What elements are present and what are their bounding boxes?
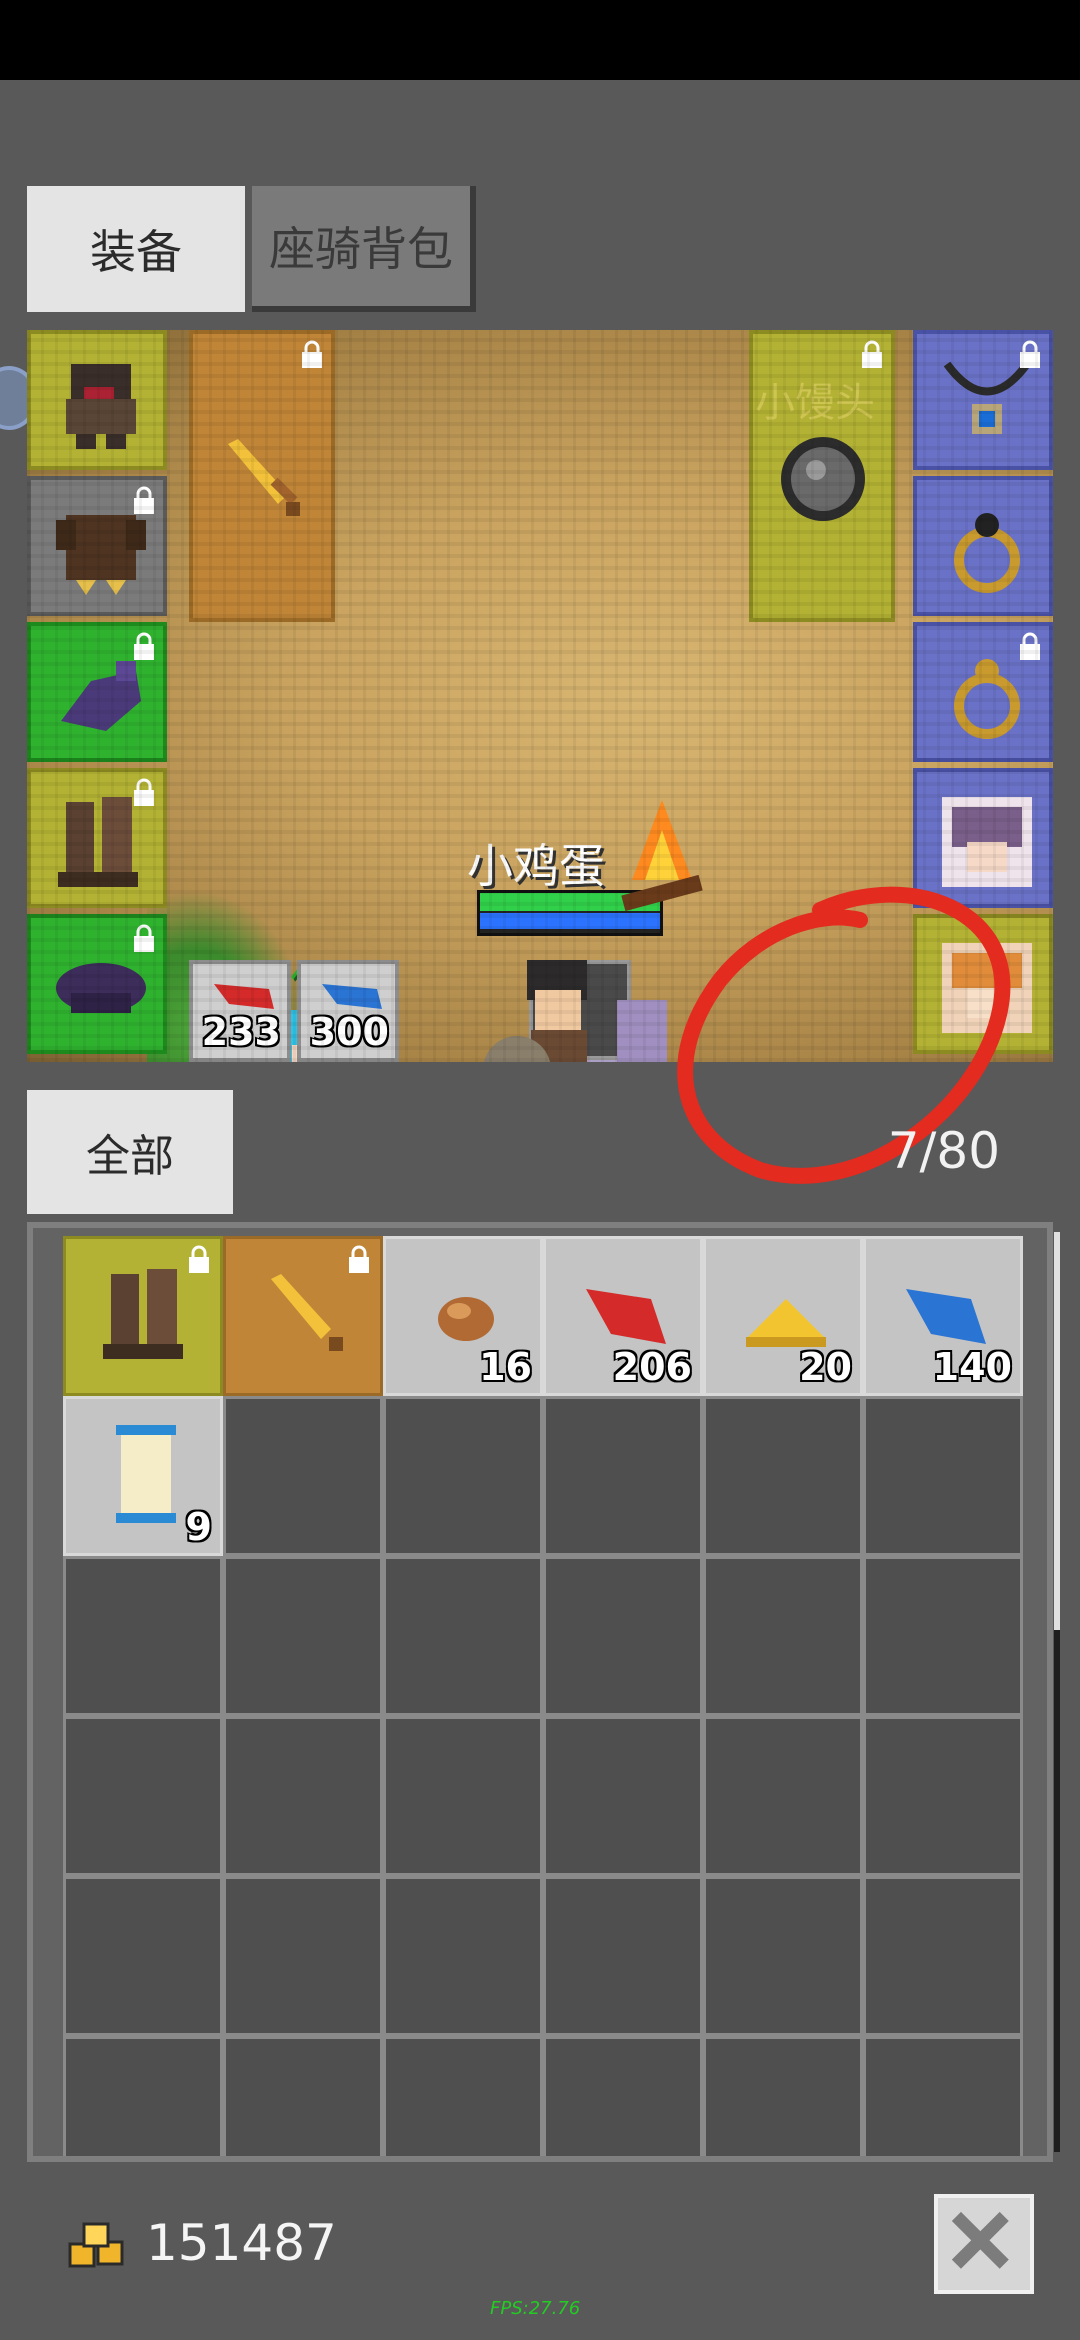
helmet-icon bbox=[66, 364, 136, 449]
inventory-item[interactable]: 16 bbox=[383, 1236, 543, 1396]
potion-count: 300 bbox=[309, 1010, 389, 1054]
inventory-empty-slot[interactable] bbox=[223, 1876, 383, 2036]
potion-slot-blue[interactable]: 300 bbox=[297, 960, 399, 1062]
necklace-icon bbox=[943, 361, 1031, 434]
inventory-grid: 16 206 20 140 9 bbox=[63, 1236, 1023, 2156]
equip-slot-ring-2[interactable] bbox=[913, 622, 1053, 762]
inventory-item[interactable] bbox=[63, 1236, 223, 1396]
lock-icon bbox=[131, 778, 157, 808]
ally-sprite bbox=[277, 1010, 357, 1062]
scrollbar-thumb[interactable] bbox=[1054, 1630, 1060, 2152]
item-count: 20 bbox=[799, 1345, 852, 1389]
gold-amount: 151487 bbox=[146, 2214, 337, 2272]
boots-icon bbox=[58, 797, 138, 887]
ring-icon bbox=[954, 659, 1020, 739]
empty-equip-slot[interactable] bbox=[529, 960, 631, 1060]
close-button[interactable] bbox=[934, 2194, 1034, 2294]
scroll-icon bbox=[116, 1425, 176, 1523]
inventory-empty-slot[interactable] bbox=[543, 2036, 703, 2156]
inventory-empty-slot[interactable] bbox=[383, 1396, 543, 1556]
boots-icon bbox=[103, 1269, 183, 1359]
shield-icon bbox=[781, 437, 865, 521]
potion-slot-red[interactable]: 233 bbox=[189, 960, 291, 1062]
inventory-capacity: 7/80 bbox=[887, 1122, 1000, 1180]
status-bar bbox=[0, 0, 1080, 80]
inventory-empty-slot[interactable] bbox=[63, 1556, 223, 1716]
lock-icon bbox=[131, 924, 157, 954]
equip-slot-necklace[interactable] bbox=[913, 330, 1053, 470]
inventory-empty-slot[interactable] bbox=[703, 1396, 863, 1556]
blue-feather-icon bbox=[322, 984, 382, 1009]
lock-icon bbox=[1017, 340, 1043, 370]
inventory-empty-slot[interactable] bbox=[863, 1876, 1023, 2036]
inventory-empty-slot[interactable] bbox=[543, 1556, 703, 1716]
glove-icon bbox=[61, 661, 141, 731]
inventory-empty-slot[interactable] bbox=[223, 1716, 383, 1876]
inventory-empty-slot[interactable] bbox=[223, 1396, 383, 1556]
equip-slot-gloves[interactable] bbox=[27, 622, 167, 762]
inventory-empty-slot[interactable] bbox=[543, 1716, 703, 1876]
lock-icon bbox=[131, 632, 157, 662]
inventory-empty-slot[interactable] bbox=[863, 2036, 1023, 2156]
equip-slot-cape[interactable] bbox=[27, 914, 167, 1054]
sword-icon bbox=[271, 1274, 343, 1351]
tab-mount-bag[interactable]: 座骑背包 bbox=[252, 186, 476, 312]
inventory-empty-slot[interactable] bbox=[543, 1876, 703, 2036]
hero-on-horse-sprite bbox=[483, 960, 667, 1062]
tab-equipment[interactable]: 装备 bbox=[27, 186, 245, 312]
inventory-empty-slot[interactable] bbox=[703, 2036, 863, 2156]
item-count: 206 bbox=[612, 1345, 692, 1389]
red-feather-icon bbox=[214, 984, 274, 1009]
item-count: 16 bbox=[479, 1345, 532, 1389]
inventory-empty-slot[interactable] bbox=[223, 2036, 383, 2156]
hero-name-label: 小鸡蛋 bbox=[467, 839, 605, 893]
inventory-empty-slot[interactable] bbox=[383, 1716, 543, 1876]
cape-icon bbox=[56, 963, 146, 1013]
inventory-empty-slot[interactable] bbox=[63, 1876, 223, 2036]
faded-name-label: 小馒头 bbox=[755, 380, 875, 426]
grass-decoration bbox=[147, 890, 307, 1062]
potion-count: 233 bbox=[201, 1010, 281, 1054]
ring-icon bbox=[954, 513, 1020, 593]
inventory-item[interactable]: 206 bbox=[543, 1236, 703, 1396]
inventory-empty-slot[interactable] bbox=[383, 1876, 543, 2036]
inventory-item[interactable]: 140 bbox=[863, 1236, 1023, 1396]
close-icon bbox=[951, 2211, 1009, 2269]
lock-icon bbox=[1017, 632, 1043, 662]
sword-icon bbox=[228, 439, 300, 516]
ally-name-label: 夏南(传送) bbox=[195, 958, 387, 1004]
inventory-item[interactable]: 9 bbox=[63, 1396, 223, 1556]
filter-tab-all[interactable]: 全部 bbox=[27, 1090, 233, 1214]
inventory-item[interactable]: 20 bbox=[703, 1236, 863, 1396]
fps-counter: FPS:27.76 bbox=[490, 2298, 581, 2319]
lock-icon bbox=[299, 340, 325, 370]
equip-slot-shield[interactable] bbox=[749, 330, 895, 622]
inventory-empty-slot[interactable] bbox=[703, 1716, 863, 1876]
inventory-empty-slot[interactable] bbox=[63, 1716, 223, 1876]
inventory-empty-slot[interactable] bbox=[543, 1396, 703, 1556]
inventory-empty-slot[interactable] bbox=[223, 1556, 383, 1716]
equip-slot-armor[interactable] bbox=[27, 476, 167, 616]
equip-slot-ring-1[interactable] bbox=[913, 476, 1053, 616]
inventory-panel: 16 206 20 140 9 bbox=[27, 1222, 1053, 2162]
inventory-empty-slot[interactable] bbox=[703, 1876, 863, 2036]
inventory-empty-slot[interactable] bbox=[863, 1396, 1023, 1556]
item-count: 140 bbox=[932, 1345, 1012, 1389]
armor-icon bbox=[56, 515, 146, 595]
inventory-empty-slot[interactable] bbox=[383, 1556, 543, 1716]
inventory-empty-slot[interactable] bbox=[863, 1716, 1023, 1876]
inventory-item[interactable] bbox=[223, 1236, 383, 1396]
lock-icon bbox=[131, 486, 157, 516]
equip-slot-helmet[interactable] bbox=[27, 330, 167, 470]
inventory-empty-slot[interactable] bbox=[63, 2036, 223, 2156]
inventory-empty-slot[interactable] bbox=[703, 1556, 863, 1716]
hero-health-bar bbox=[477, 890, 663, 936]
gold-coins-icon bbox=[68, 2222, 124, 2268]
equip-slot-weapon[interactable] bbox=[189, 330, 335, 622]
equip-slot-boots[interactable] bbox=[27, 768, 167, 908]
item-count: 9 bbox=[185, 1505, 212, 1549]
lock-icon bbox=[859, 340, 885, 370]
inventory-empty-slot[interactable] bbox=[383, 2036, 543, 2156]
inventory-empty-slot[interactable] bbox=[863, 1556, 1023, 1716]
